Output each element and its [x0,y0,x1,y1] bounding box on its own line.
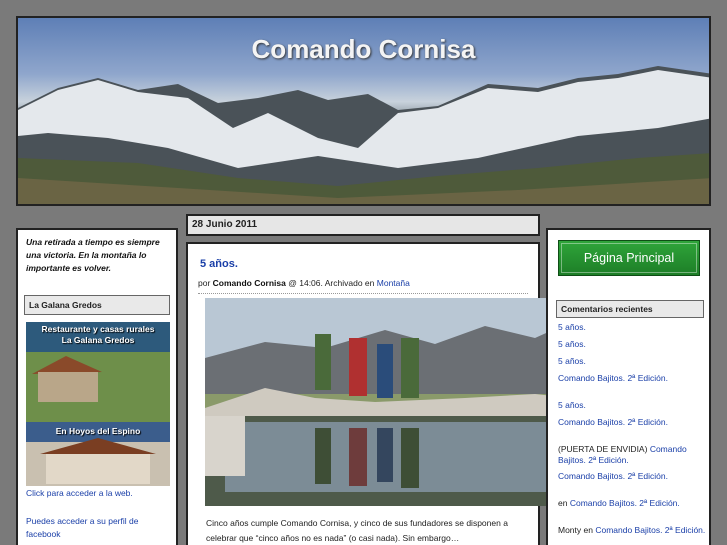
header-banner: Comando Cornisa [16,16,711,206]
comment-item: 5 años. [558,356,586,366]
recent-comments-list: 5 años. 5 años. 5 años. Comando Bajitos.… [558,322,708,536]
meta-divider [198,293,528,294]
meta-author: Comando Cornisa [212,278,286,288]
recent-comments-title: Comentarios recientes [556,300,704,318]
comment-item: 5 años. [558,339,586,349]
comment-item: Comando Bajitos. 2ª Edición. [558,471,668,481]
comment-item: (PUERTA DE ENVIDIA) Comando Bajitos. 2ª … [558,444,687,465]
promo-line-1: Restaurante y casas rurales La Galana Gre… [41,324,155,345]
web-link[interactable]: Click para acceder a la web. [26,488,133,498]
right-sidebar: Página Principal Comentarios recientes 5… [546,228,711,545]
main-page-button[interactable]: Página Principal [558,240,700,276]
post-meta: por Comando Cornisa @ 14:06. Archivado e… [198,278,410,288]
post-title[interactable]: 5 años. [200,258,238,270]
post-date: 28 Junio 2011 [186,214,540,236]
promo-image[interactable]: Restaurante y casas rurales La Galana Gre… [26,322,170,486]
meta-time: @ 14:06. Archivado en [288,278,375,288]
left-sidebar: Una retirada a tiempo es siempre una vic… [16,228,178,545]
comment-item: en Comando Bajitos. 2ª Edición. [558,498,680,508]
comment-item: Comando Bajitos. 2ª Edición. [558,373,668,383]
site-title[interactable]: Comando Cornisa [18,34,709,65]
promo-line-3: En Hoyos del Espino [55,426,141,436]
comment-item: 5 años. [558,322,586,332]
post-excerpt: Cinco años cumple Comando Cornisa, y cin… [206,518,508,543]
facebook-link[interactable]: Puedes acceder a su perfil de facebook [26,515,174,541]
comment-item: Comando Bajitos. 2ª Edición. [558,417,668,427]
sidebar-motto: Una retirada a tiempo es siempre una vic… [26,237,160,273]
rural-houses-image [26,322,170,486]
comment-item: 5 años. [558,400,586,410]
meta-category-link[interactable]: Montaña [377,278,410,288]
sidebar-section-title: La Galana Gredos [24,295,170,315]
meta-by: por [198,278,211,288]
comment-item: Monty en Comando Bajitos. 2ª Edición. [558,525,706,535]
